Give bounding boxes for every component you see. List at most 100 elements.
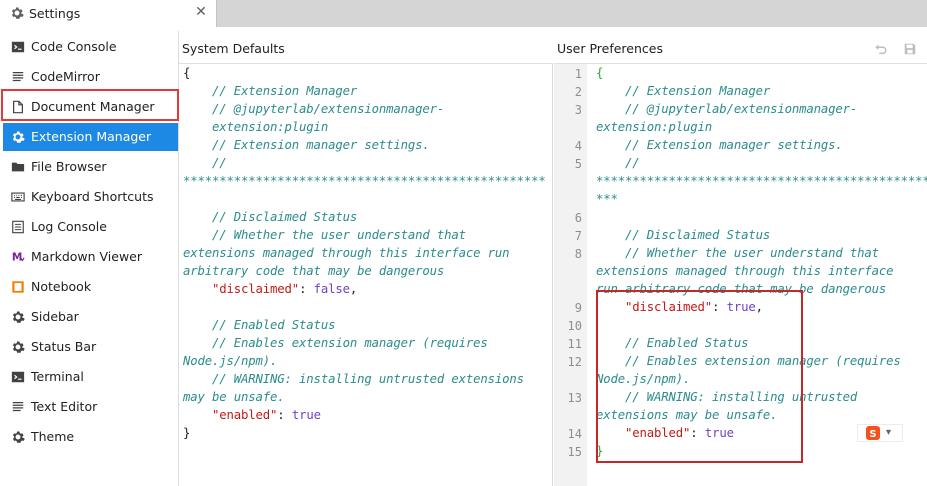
line-number: 8 xyxy=(574,247,582,261)
code-line: extensions may be unsafe. xyxy=(596,408,778,422)
user-preferences-header: User Preferences xyxy=(554,35,927,63)
gear-icon xyxy=(12,431,25,443)
tab-bar: Settings ✕ xyxy=(0,0,927,27)
chevron-down-icon[interactable]: ▾ xyxy=(886,425,891,441)
code-line: // WARNING: installing untrusted extensi… xyxy=(183,372,524,386)
save-icon[interactable] xyxy=(903,42,917,56)
svg-text:M: M xyxy=(12,252,22,264)
sidebar-item-label: Sidebar xyxy=(31,309,79,324)
line-number: 9 xyxy=(574,301,582,315)
terminal-icon xyxy=(11,371,25,383)
line-number: 4 xyxy=(574,139,582,153)
code-line: // Disclaimed Status xyxy=(596,228,771,242)
sidebar-item-label: Text Editor xyxy=(31,399,98,414)
code-line: } xyxy=(183,426,191,440)
sidebar-item-log-console[interactable]: Log Console xyxy=(3,213,178,241)
sidebar-item-extension-manager[interactable]: Extension Manager xyxy=(3,123,178,151)
code-line: { xyxy=(183,66,191,80)
code-line: // xyxy=(596,156,640,170)
sidebar-item-label: Markdown Viewer xyxy=(31,249,143,264)
code-line: ****************************************… xyxy=(183,174,546,188)
line-number: 5 xyxy=(574,157,582,171)
code-line: // WARNING: installing untrusted xyxy=(596,390,858,404)
sidebar-item-status-bar[interactable]: Status Bar xyxy=(3,333,178,361)
sidebar-item-terminal[interactable]: Terminal xyxy=(3,363,178,391)
sidebar-item-label: Extension Manager xyxy=(31,129,152,144)
sidebar-item-notebook[interactable]: Notebook xyxy=(3,273,178,301)
code-line: // Whether the user understand that xyxy=(183,228,466,242)
line-number: 3 xyxy=(574,103,582,117)
code-line: extensions managed through this interfac… xyxy=(183,246,510,260)
sidebar-item-text-editor[interactable]: Text Editor xyxy=(3,393,178,421)
sidebar-item-label: Status Bar xyxy=(31,339,97,354)
sidebar-item-file-browser[interactable]: File Browser xyxy=(3,153,178,181)
line-number: 7 xyxy=(574,229,582,243)
sidebar-item-label: Terminal xyxy=(31,369,84,384)
code-line: Node.js/npm). xyxy=(183,354,278,368)
code-line: may be unsafe. xyxy=(183,390,285,404)
sidebar-item-theme[interactable]: Theme xyxy=(3,423,178,451)
line-number: 2 xyxy=(574,85,582,99)
line-number: 11 xyxy=(567,337,582,351)
sidebar-item-label: Document Manager xyxy=(31,99,155,114)
line-number: 12 xyxy=(567,355,582,369)
code-line: } xyxy=(596,444,604,458)
sidebar-item-keyboard-shortcuts[interactable]: Keyboard Shortcuts xyxy=(3,183,178,211)
gear-icon xyxy=(12,311,25,323)
sidebar-item-sidebar[interactable]: Sidebar xyxy=(3,303,178,331)
terminal-icon xyxy=(11,41,25,53)
sidebar-item-label: Theme xyxy=(31,429,75,444)
code-line: // Extension manager settings. xyxy=(596,138,843,152)
system-defaults-title: System Defaults xyxy=(182,41,285,56)
close-icon[interactable]: ✕ xyxy=(195,5,207,19)
json-value: true xyxy=(726,300,756,314)
list-icon xyxy=(12,220,24,234)
code-line: // Enabled Status xyxy=(596,336,749,350)
line-number: 10 xyxy=(567,319,582,333)
tab-settings[interactable]: Settings ✕ xyxy=(0,0,217,27)
file-icon xyxy=(13,100,23,114)
code-line: // @jupyterlab/extensionmanager- xyxy=(183,102,445,116)
gear-icon xyxy=(12,131,25,143)
code-line: "enabled": true xyxy=(212,408,321,422)
line-number-gutter xyxy=(554,64,587,486)
keyboard-icon xyxy=(11,192,25,202)
code-line: // Enables extension manager (requires xyxy=(596,354,901,368)
code-line: // Extension Manager xyxy=(596,84,771,98)
undo-icon[interactable] xyxy=(874,42,888,56)
markdown-icon: M xyxy=(12,252,25,264)
line-number: 14 xyxy=(567,427,582,441)
sidebar-item-label: Keyboard Shortcuts xyxy=(31,189,154,204)
sidebar-item-code-console[interactable]: Code Console xyxy=(3,33,178,61)
json-key: "enabled" xyxy=(212,408,278,422)
gear-icon xyxy=(11,7,24,19)
notebook-icon xyxy=(12,281,24,293)
tab-label: Settings xyxy=(29,6,81,21)
code-line: { xyxy=(596,66,604,80)
input-method-widget[interactable]: S ▾ xyxy=(857,424,903,442)
json-key: "disclaimed" xyxy=(212,282,300,296)
code-line: "disclaimed": true, xyxy=(625,300,763,314)
sidebar-item-codemirror[interactable]: CodeMirror xyxy=(3,63,178,91)
code-line: *** xyxy=(596,192,618,206)
sidebar-item-document-manager[interactable]: Document Manager xyxy=(3,93,178,121)
code-line: // xyxy=(183,156,227,170)
line-number: 1 xyxy=(574,67,582,81)
json-key: "disclaimed" xyxy=(625,300,713,314)
sidebar-item-label: Code Console xyxy=(31,39,117,54)
code-line: extensions managed through this interfac… xyxy=(596,264,894,278)
json-value: false xyxy=(313,282,350,296)
code-line: // @jupyterlab/extensionmanager- xyxy=(596,102,858,116)
code-line: arbitrary code that may be dangerous xyxy=(183,264,445,278)
sidebar-item-label: File Browser xyxy=(31,159,107,174)
line-number: 15 xyxy=(567,445,582,459)
code-line: run arbitrary code that may be dangerous xyxy=(596,282,887,296)
code-line: extension:plugin xyxy=(596,120,713,134)
svg-text:S: S xyxy=(869,429,876,440)
code-line: // Extension manager settings. xyxy=(183,138,430,152)
code-line: // Enabled Status xyxy=(183,318,336,332)
sidebar-item-markdown-viewer[interactable]: M Markdown Viewer xyxy=(3,243,178,271)
text-lines-icon xyxy=(12,401,24,412)
code-line: // Extension Manager xyxy=(183,84,358,98)
gear-icon xyxy=(12,341,25,353)
